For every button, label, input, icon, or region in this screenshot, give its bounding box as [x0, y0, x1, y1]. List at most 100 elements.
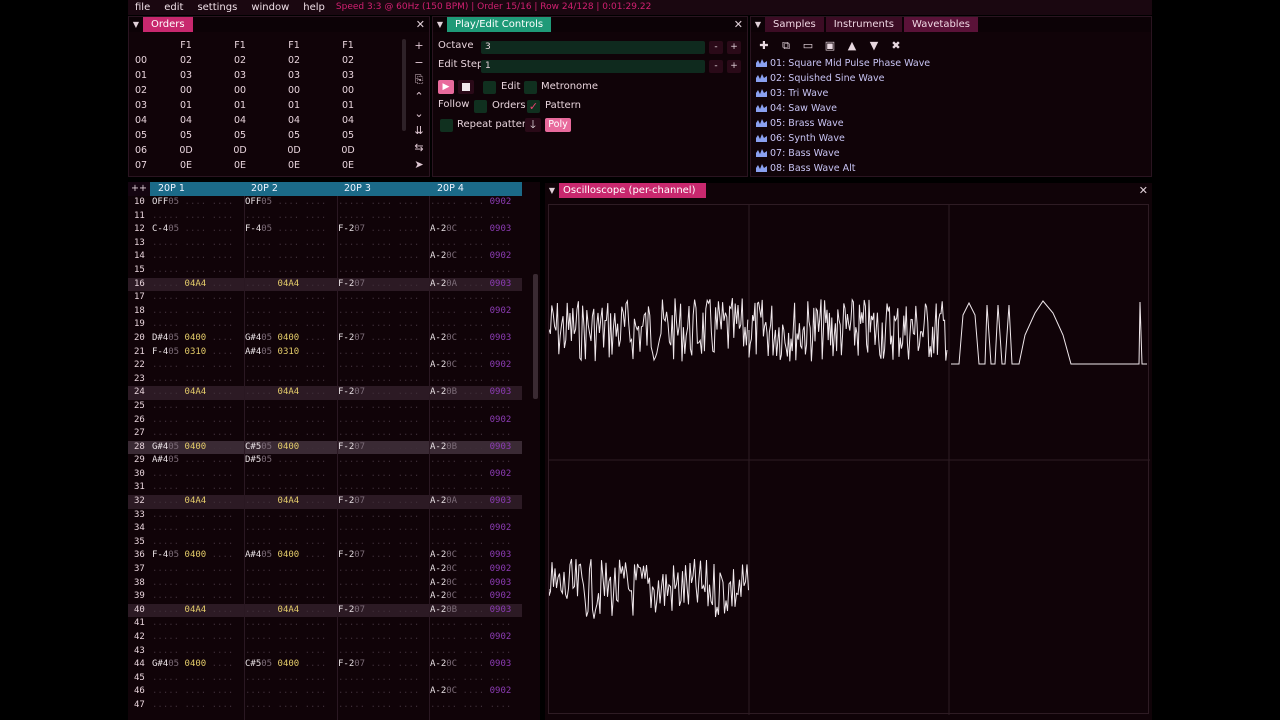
pattern-empty-note[interactable]: ... [152, 360, 168, 370]
pattern-empty-instrument[interactable]: .. [354, 591, 365, 601]
pattern-empty-effect-2[interactable]: .... [305, 279, 327, 289]
pattern-empty-note[interactable]: ... [152, 401, 168, 411]
pattern-row[interactable]: 24..... 04A4 ......... 04A4 .... F-207 ..… [128, 386, 522, 400]
pattern-empty-effect[interactable]: .... [463, 482, 485, 492]
pattern-empty-effect[interactable]: .... [185, 618, 207, 628]
pattern-row[interactable]: 42..... .... ......... .... ......... ..… [128, 631, 522, 645]
pattern-empty-note[interactable]: ... [152, 211, 168, 221]
pattern-empty-note[interactable]: ... [152, 523, 168, 533]
pattern-empty-note[interactable]: ... [245, 605, 261, 615]
pattern-empty-instrument[interactable]: .. [261, 251, 272, 261]
pattern-empty-note[interactable]: ... [430, 374, 446, 384]
pattern-empty-instrument[interactable]: .. [354, 469, 365, 479]
pattern-empty-instrument[interactable]: .. [261, 387, 272, 397]
pattern-note[interactable]: G#4 [245, 333, 261, 343]
pattern-empty-effect[interactable]: .... [463, 211, 485, 221]
pattern-instrument[interactable]: 07 [354, 496, 365, 506]
pattern-empty-note[interactable]: ... [430, 238, 446, 248]
pattern-empty-effect-2[interactable]: .... [212, 211, 234, 221]
pattern-empty-instrument[interactable]: .. [446, 673, 457, 683]
pattern-empty-effect[interactable]: .... [371, 428, 393, 438]
pattern-empty-effect[interactable]: .... [463, 347, 485, 357]
pattern-empty-effect[interactable]: .... [185, 591, 207, 601]
orders-cell[interactable]: 03 [267, 68, 321, 83]
pattern-empty-instrument[interactable]: .. [354, 673, 365, 683]
pattern-empty-effect-2[interactable]: .... [305, 211, 327, 221]
pattern-empty-effect[interactable]: .... [185, 319, 207, 329]
pattern-note[interactable]: F-2 [338, 659, 354, 669]
wavetable-list-item[interactable]: 05: Brass Wave [756, 116, 844, 131]
pattern-empty-note[interactable]: ... [338, 238, 354, 248]
pattern-empty-effect[interactable]: .... [463, 578, 485, 588]
move-up-icon[interactable]: ▲ [844, 39, 860, 53]
pattern-instrument[interactable]: 07 [354, 659, 365, 669]
pattern-empty-effect-2[interactable]: .... [305, 292, 327, 302]
pattern-empty-note[interactable]: ... [430, 415, 446, 425]
orders-cell[interactable]: 0D [159, 143, 213, 158]
pattern-note[interactable]: F-2 [338, 496, 354, 506]
pattern-instrument[interactable]: 07 [354, 224, 365, 234]
pattern-empty-effect[interactable]: .... [278, 401, 300, 411]
pattern-effect-2[interactable]: 0902 [490, 251, 512, 261]
pattern-row[interactable]: 28 G#405 0400 .... C#505 0400 .... F-207 ..… [128, 440, 522, 455]
pattern-note[interactable]: A-2 [430, 333, 446, 343]
orders-cell[interactable]: 01 [159, 98, 213, 113]
pattern-empty-effect-2[interactable]: .... [212, 238, 234, 248]
pattern-empty-effect-2[interactable]: .... [490, 401, 512, 411]
pattern-row[interactable]: 45..... .... ......... .... ......... ..… [128, 672, 522, 686]
pattern-empty-effect[interactable]: .... [371, 279, 393, 289]
pattern-empty-effect[interactable]: .... [463, 442, 485, 452]
orders-cell[interactable]: 02 [267, 53, 321, 68]
orders-cell[interactable]: 0D [267, 143, 321, 158]
pattern-empty-effect-2[interactable]: .... [305, 197, 327, 207]
pattern-note[interactable]: G#4 [152, 442, 168, 452]
pattern-row[interactable]: 16..... 04A4 ......... 04A4 .... F-207 ..… [128, 277, 522, 292]
pattern-note[interactable]: A-2 [430, 442, 446, 452]
pattern-empty-note[interactable]: ... [152, 374, 168, 384]
pattern-empty-effect-2[interactable]: .... [305, 428, 327, 438]
duplicate-icon[interactable]: ⎘ [411, 73, 427, 87]
pattern-empty-note[interactable]: ... [430, 632, 446, 642]
pattern-empty-instrument[interactable]: .. [261, 265, 272, 275]
orders-cell[interactable]: 04 [213, 113, 267, 128]
pattern-note[interactable]: C-4 [152, 224, 168, 234]
pattern-empty-note[interactable]: ... [245, 591, 261, 601]
pattern-empty-instrument[interactable]: .. [261, 537, 272, 547]
pattern-empty-instrument[interactable]: .. [446, 211, 457, 221]
pattern-note[interactable]: A-2 [430, 387, 446, 397]
pattern-empty-note[interactable]: ... [245, 646, 261, 656]
delete-icon[interactable]: ✖ [888, 39, 904, 53]
pattern-grid[interactable]: 10 OFF05 .... .... OFF05 .... ......... ..… [128, 196, 522, 713]
pattern-empty-effect[interactable]: .... [463, 265, 485, 275]
orders-row[interactable]: 07 0E 0E 0E 0E [129, 158, 429, 173]
orders-cell[interactable]: 01 [267, 98, 321, 113]
pattern-effect[interactable]: 0400 [278, 550, 300, 560]
pattern-empty-effect[interactable]: .... [463, 646, 485, 656]
pattern-empty-note[interactable]: ... [430, 618, 446, 628]
pattern-empty-note[interactable]: ... [338, 510, 354, 520]
pattern-empty-effect-2[interactable]: .... [212, 537, 234, 547]
pattern-empty-effect[interactable]: .... [371, 360, 393, 370]
pattern-empty-instrument[interactable]: .. [168, 496, 179, 506]
pattern-row[interactable]: 30..... .... ......... .... ......... ..… [128, 468, 522, 482]
pattern-effect[interactable]: 0400 [185, 442, 207, 452]
pattern-empty-effect-2[interactable]: .... [305, 659, 327, 669]
pattern-effect[interactable]: 04A4 [278, 387, 300, 397]
pattern-empty-effect[interactable]: .... [463, 279, 485, 289]
pattern-empty-effect[interactable]: .... [278, 197, 300, 207]
pattern-row[interactable]: 31..... .... ......... .... ......... ..… [128, 481, 522, 495]
pattern-empty-note[interactable]: ... [152, 686, 168, 696]
pattern-empty-note[interactable]: ... [245, 469, 261, 479]
pattern-empty-note[interactable]: ... [430, 673, 446, 683]
pattern-empty-effect-2[interactable]: .... [305, 455, 327, 465]
pattern-empty-effect-2[interactable]: .... [490, 618, 512, 628]
pattern-empty-note[interactable]: ... [152, 319, 168, 329]
orders-cell[interactable]: 05 [267, 128, 321, 143]
pattern-empty-effect[interactable]: .... [463, 455, 485, 465]
pattern-effect-2[interactable]: 0902 [490, 360, 512, 370]
pattern-row[interactable]: 44 G#405 0400 .... C#505 0400 .... F-207 ..… [128, 658, 522, 672]
pattern-empty-note[interactable]: ... [245, 265, 261, 275]
pattern-empty-effect-2[interactable]: .... [212, 292, 234, 302]
pattern-empty-effect-2[interactable]: .... [398, 578, 420, 588]
pattern-empty-effect[interactable]: .... [185, 251, 207, 261]
